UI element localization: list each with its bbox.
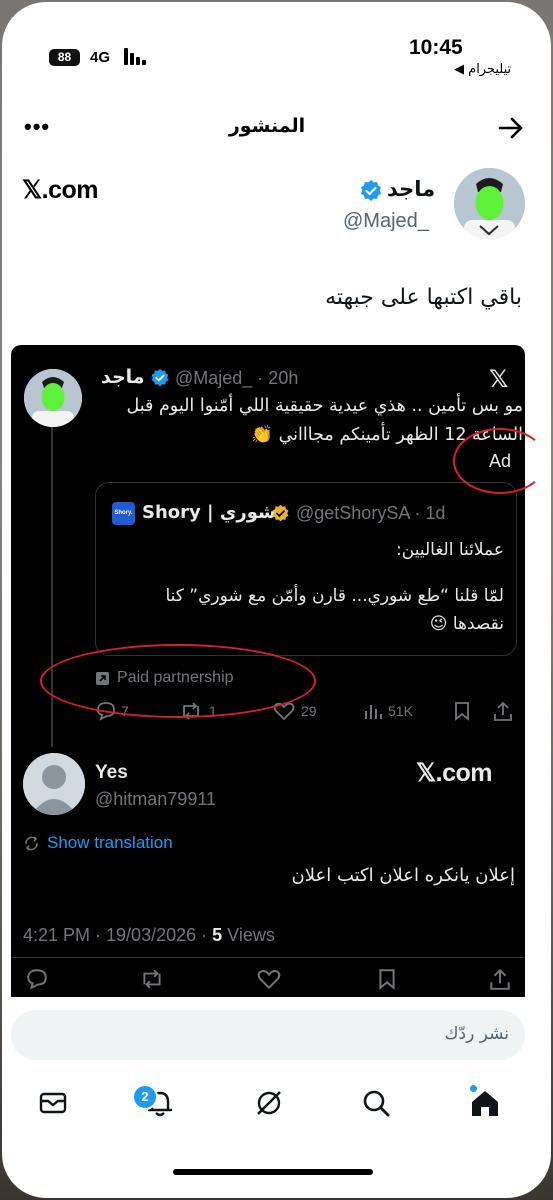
views-count-bold: 5 xyxy=(212,925,223,945)
repost-icon xyxy=(143,969,161,989)
home-new-dot xyxy=(470,1085,477,1092)
quoted-tweet-card[interactable]: Shory. Shory | شوري @getShorySA · 1d عمل… xyxy=(95,482,517,656)
timestamp-text: 4:21 PM · 19/03/2026 · xyxy=(23,925,213,945)
x-logo-icon: 𝕏 xyxy=(489,365,509,393)
quoted-author-name: Shory | شوري xyxy=(142,502,276,523)
shory-logo: Shory. xyxy=(112,502,135,525)
divider xyxy=(11,957,525,958)
reply-input[interactable]: نشر ردّك xyxy=(11,1010,525,1060)
share-icon xyxy=(494,701,512,721)
show-translation-link: Show translation xyxy=(47,833,173,852)
author-handle[interactable]: @Majed_ xyxy=(343,210,429,233)
reply-author-handle: @hitman79911 xyxy=(95,789,217,809)
views-count: 51K xyxy=(388,703,413,719)
status-time: 10:45 xyxy=(409,36,463,59)
bookmark-icon xyxy=(379,969,395,990)
reply-timestamp: 4:21 PM · 19/03/2026 · 5 Views xyxy=(23,925,275,946)
notifications-badge: 2 xyxy=(132,1084,158,1110)
reply-avatar xyxy=(23,753,85,815)
author-name[interactable]: ماجد xyxy=(387,177,435,201)
reply-author-name: Yes xyxy=(95,762,128,783)
back-to-app-link[interactable]: ◀ تيليجرام xyxy=(454,62,511,77)
signal-icon xyxy=(124,48,150,65)
messages-icon[interactable] xyxy=(38,1088,68,1118)
quoted-text-line1: عملائنا الغاليين: xyxy=(396,540,504,560)
reply-text: إعلان يانكره اعلان اكتب اعلان xyxy=(291,865,515,886)
tweet-text-line1: مو بس تأمين .. هذي عيدية حقيقية اللي أمّ… xyxy=(126,396,523,416)
quoted-text-line3: نقصدها 😉 xyxy=(429,614,504,634)
more-options-button[interactable]: ••• xyxy=(24,114,50,140)
share-icon xyxy=(490,968,510,990)
tweet-handle-time: @Majed_ · 20h xyxy=(175,368,299,388)
verified-badge-icon xyxy=(361,180,381,201)
verified-gold-badge-icon xyxy=(272,504,289,522)
battery-indicator: 88 xyxy=(49,49,80,66)
thread-line xyxy=(51,427,53,747)
annotation-circle-paid xyxy=(40,644,316,718)
back-arrow-icon[interactable] xyxy=(498,116,524,140)
post-text: باقي اكتبها على جبهته xyxy=(325,285,522,310)
home-indicator xyxy=(173,1169,373,1175)
home-icon[interactable] xyxy=(469,1088,501,1118)
views-label: Views xyxy=(222,925,275,945)
page-title: المنشور xyxy=(228,115,306,137)
search-icon[interactable] xyxy=(361,1088,391,1118)
like-count: 29 xyxy=(301,703,317,719)
x-com-watermark-dark: 𝕏.com xyxy=(416,759,493,787)
views-icon xyxy=(365,705,382,719)
quoted-text-line2: لمّا قلنا “طع شوري... قارن وأمّن مع شوري… xyxy=(165,586,504,606)
translate-icon xyxy=(25,836,38,851)
bookmark-icon xyxy=(455,702,469,721)
grok-icon[interactable] xyxy=(254,1088,284,1118)
tweet-author-name: ماجد xyxy=(101,366,145,388)
network-type: 4G xyxy=(90,49,111,66)
reply-placeholder: نشر ردّك xyxy=(444,1024,509,1044)
reply-icon xyxy=(27,969,47,990)
annotation-circle-ad xyxy=(453,428,547,494)
author-avatar[interactable] xyxy=(454,168,525,239)
verified-badge-icon xyxy=(151,368,169,387)
phone-screen: 88 4G 10:45 ◀ تيليجرام ••• المنشور 𝕏.com… xyxy=(2,2,551,1198)
quoted-handle-time: @getShorySA · 1d xyxy=(296,503,446,523)
x-com-watermark: 𝕏.com xyxy=(22,176,99,204)
like-icon xyxy=(257,970,281,990)
